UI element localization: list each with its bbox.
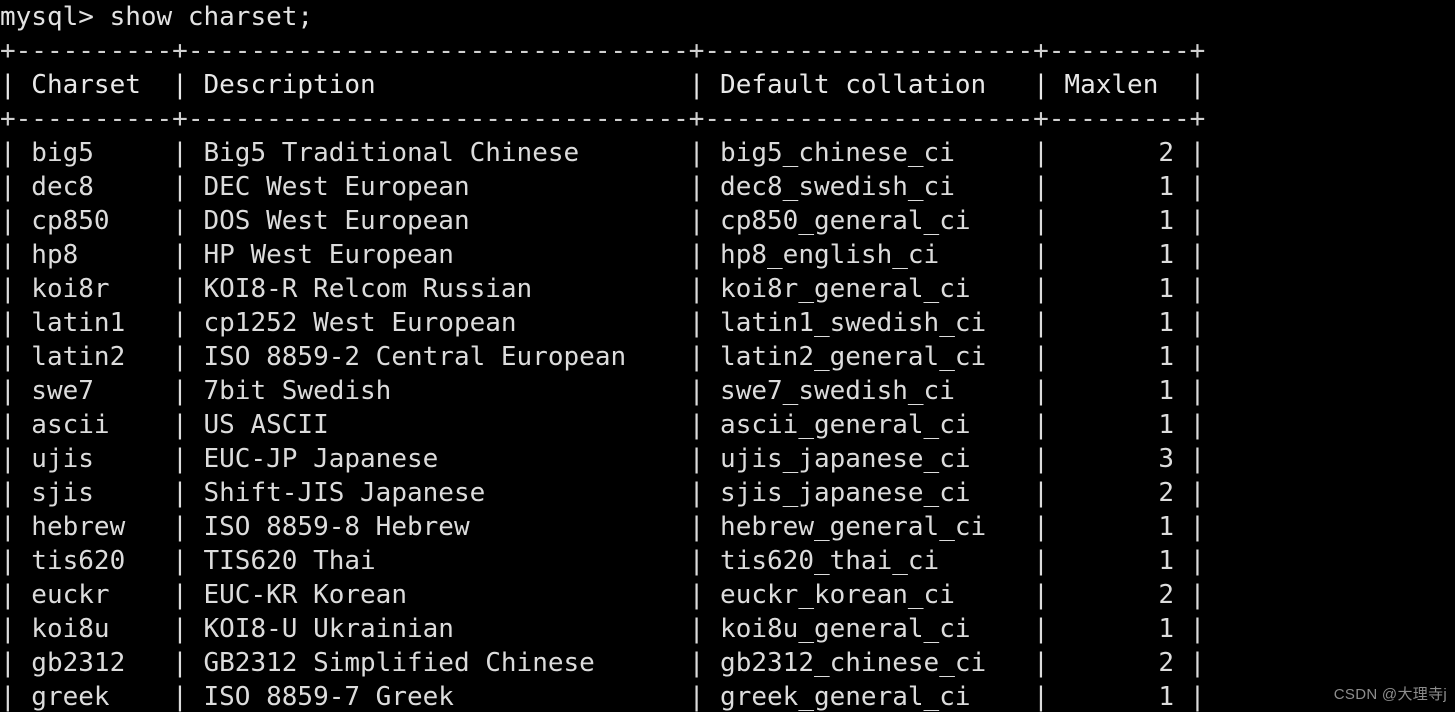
table-row: | ascii | US ASCII | ascii_general_ci | … — [0, 410, 1206, 440]
table-header-rule: +----------+----------------------------… — [0, 104, 1206, 134]
table-row: | sjis | Shift-JIS Japanese | sjis_japan… — [0, 478, 1206, 508]
table-row: | gb2312 | GB2312 Simplified Chinese | g… — [0, 648, 1206, 678]
table-row: | swe7 | 7bit Swedish | swe7_swedish_ci … — [0, 376, 1206, 406]
table-row: | dec8 | DEC West European | dec8_swedis… — [0, 172, 1206, 202]
table-row: | cp850 | DOS West European | cp850_gene… — [0, 206, 1206, 236]
table-top-rule: +----------+----------------------------… — [0, 36, 1206, 66]
table-row: | hebrew | ISO 8859-8 Hebrew | hebrew_ge… — [0, 512, 1206, 542]
table-row: | big5 | Big5 Traditional Chinese | big5… — [0, 138, 1206, 168]
table-header-row: | Charset | Description | Default collat… — [0, 70, 1206, 100]
table-row: | latin1 | cp1252 West European | latin1… — [0, 308, 1206, 338]
table-row: | euckr | EUC-KR Korean | euckr_korean_c… — [0, 580, 1206, 610]
table-row: | tis620 | TIS620 Thai | tis620_thai_ci … — [0, 546, 1206, 576]
table-row: | hp8 | HP West European | hp8_english_c… — [0, 240, 1206, 270]
table-row: | greek | ISO 8859-7 Greek | greek_gener… — [0, 682, 1206, 712]
table-row: | koi8u | KOI8-U Ukrainian | koi8u_gener… — [0, 614, 1206, 644]
table-row: | latin2 | ISO 8859-2 Central European |… — [0, 342, 1206, 372]
table-row: | koi8r | KOI8-R Relcom Russian | koi8r_… — [0, 274, 1206, 304]
csdn-watermark: CSDN @大理寺j — [1333, 686, 1447, 703]
terminal-output[interactable]: mysql> show charset; +----------+--------… — [0, 0, 1455, 712]
prompt-line: mysql> show charset; — [0, 2, 314, 32]
table-row: | ujis | EUC-JP Japanese | ujis_japanese… — [0, 444, 1206, 474]
